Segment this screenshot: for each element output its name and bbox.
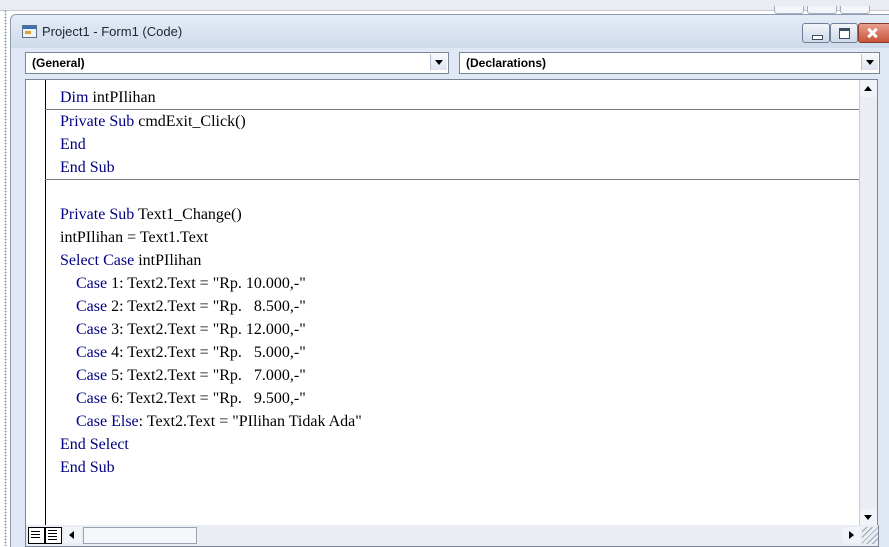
code-line[interactable]: Dim intPIlihan — [60, 86, 877, 109]
chevron-down-icon[interactable] — [861, 54, 878, 70]
horizontal-scrollbar[interactable] — [64, 525, 860, 545]
code-text: intPIlihan — [138, 252, 202, 269]
code-keyword: Case — [60, 275, 112, 292]
resize-grip[interactable] — [862, 527, 878, 544]
code-line[interactable]: intPIlihan = Text1.Text — [60, 226, 877, 249]
vertical-scrollbar[interactable] — [859, 80, 877, 526]
code-line[interactable]: Private Sub cmdExit_Click() — [60, 110, 877, 133]
procedure-combo[interactable]: (Declarations) — [459, 52, 880, 74]
code-keyword: Case — [60, 367, 112, 384]
code-keyword: Case — [60, 321, 112, 338]
code-text: Text1_Change() — [137, 206, 242, 223]
maximize-button[interactable] — [830, 23, 858, 43]
vb-form-icon[interactable] — [22, 25, 37, 38]
scroll-down-arrow-icon[interactable] — [860, 509, 877, 526]
code-keyword: Select Case — [60, 252, 139, 269]
background-window-controls — [771, 1, 871, 14]
window-title: Project1 - Form1 (Code) — [42, 24, 183, 39]
code-keyword: Case — [60, 344, 112, 361]
code-line[interactable]: End Select — [60, 433, 877, 456]
code-keyword: Case Else — [60, 413, 139, 430]
scroll-up-arrow-icon[interactable] — [860, 80, 877, 97]
code-text: cmdExit_Click() — [138, 113, 246, 130]
code-keyword: Case — [60, 390, 112, 407]
code-text: 1: Text2.Text = "Rp. 10.000,-" — [111, 275, 306, 292]
code-line[interactable]: Select Case intPIlihan — [60, 249, 877, 272]
title-bar[interactable]: Project1 - Form1 (Code) — [11, 15, 889, 48]
scroll-thumb[interactable] — [83, 527, 197, 544]
code-keyword: Case — [60, 298, 112, 315]
code-keyword: Dim — [60, 89, 93, 106]
code-line[interactable]: Case 5: Text2.Text = "Rp. 7.000,-" — [60, 364, 877, 387]
code-line[interactable]: Case 4: Text2.Text = "Rp. 5.000,-" — [60, 341, 877, 364]
code-editor[interactable]: Dim intPIlihan Private Sub cmdExit_Click(… — [25, 79, 878, 527]
background-window-edge — [0, 0, 889, 14]
code-keyword: End Sub — [60, 459, 115, 476]
procedure-view-button[interactable] — [28, 527, 45, 544]
code-text: intPIlihan = Text1.Text — [60, 229, 209, 246]
procedure-combo-value: (Declarations) — [466, 56, 547, 70]
code-line[interactable]: Private Sub Text1_Change() — [60, 203, 877, 226]
code-keyword: End — [60, 136, 86, 153]
margin-indicator-bar[interactable] — [26, 80, 46, 526]
code-keyword: End Sub — [60, 159, 115, 176]
combo-bar: (General) (Declarations) — [11, 48, 889, 78]
minimize-button[interactable] — [802, 23, 830, 43]
code-line[interactable]: End — [60, 133, 877, 156]
scroll-right-arrow-icon[interactable] — [843, 527, 860, 543]
code-line[interactable]: Case 6: Text2.Text = "Rp. 9.500,-" — [60, 387, 877, 410]
editor-status-bar — [25, 525, 879, 547]
code-line[interactable]: End Sub — [60, 456, 877, 479]
code-text: : Text2.Text = "PIlihan Tidak Ada" — [138, 413, 362, 430]
code-line[interactable]: Case 1: Text2.Text = "Rp. 10.000,-" — [60, 272, 877, 295]
code-text: 2: Text2.Text = "Rp. 8.500,-" — [111, 298, 306, 315]
code-window: Project1 - Form1 (Code) (General) (Decla… — [10, 14, 889, 547]
code-keyword: Private Sub — [60, 113, 139, 130]
chevron-down-icon[interactable] — [430, 54, 447, 70]
code-text: 4: Text2.Text = "Rp. 5.000,-" — [111, 344, 306, 361]
code-line[interactable]: Case 3: Text2.Text = "Rp. 12.000,-" — [60, 318, 877, 341]
code-keyword: End Select — [60, 436, 129, 453]
code-text: 5: Text2.Text = "Rp. 7.000,-" — [111, 367, 306, 384]
close-button[interactable] — [858, 23, 889, 43]
object-combo[interactable]: (General) — [25, 52, 449, 74]
form-grid-dots — [0, 10, 10, 546]
code-line[interactable]: Case 2: Text2.Text = "Rp. 8.500,-" — [60, 295, 877, 318]
code-text: 6: Text2.Text = "Rp. 9.500,-" — [111, 390, 306, 407]
code-line[interactable] — [60, 180, 877, 203]
code-line[interactable]: End Sub — [60, 156, 877, 179]
code-area[interactable]: Dim intPIlihan Private Sub cmdExit_Click(… — [45, 86, 877, 479]
scroll-left-arrow-icon[interactable] — [64, 527, 81, 543]
code-keyword: Private Sub — [60, 206, 138, 223]
object-combo-value: (General) — [32, 56, 85, 70]
code-text: 3: Text2.Text = "Rp. 12.000,-" — [111, 321, 306, 338]
code-text: intPIlihan — [92, 89, 156, 106]
full-module-view-button[interactable] — [45, 527, 62, 544]
code-line[interactable]: Case Else: Text2.Text = "PIlihan Tidak A… — [60, 410, 877, 433]
